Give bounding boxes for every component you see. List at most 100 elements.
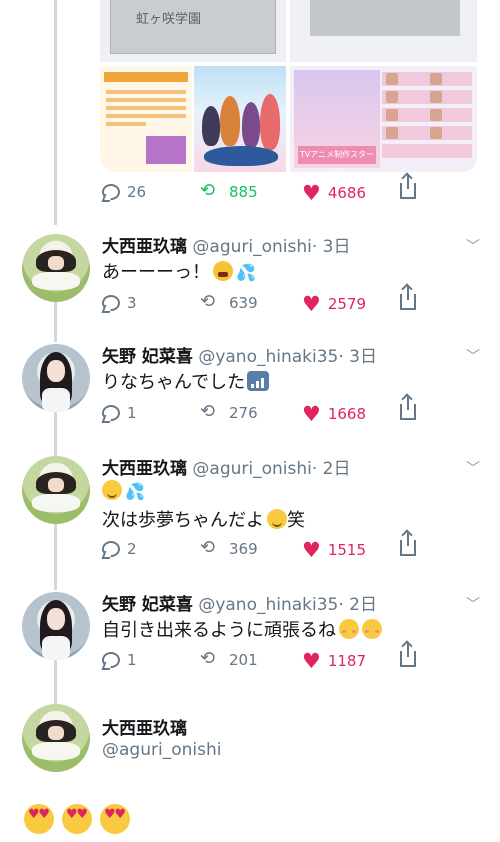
reply-icon <box>102 405 120 421</box>
retweet-button[interactable]: 369 <box>200 537 258 558</box>
handle[interactable]: @yano_hinaki35 <box>198 595 338 615</box>
antenna-bars-icon <box>247 371 270 391</box>
tweet-header: 矢野 妃菜喜 @yano_hinaki35· 3日 <box>102 342 377 367</box>
relieved-face-icon <box>267 509 287 529</box>
avatar[interactable] <box>22 592 90 660</box>
media-image-3[interactable] <box>100 66 192 172</box>
tweet-text-line-2: 次は歩夢ちゃんだよ笑 <box>102 509 305 531</box>
reply-icon <box>102 184 120 200</box>
heart-eyes-face-icon <box>62 804 92 834</box>
heart-icon: ♥ <box>302 181 321 205</box>
weary-face-icon <box>213 261 233 281</box>
share-button[interactable] <box>400 396 416 420</box>
share-icon <box>400 532 416 556</box>
like-button[interactable]: ♥ 4686 <box>302 181 366 205</box>
reply-icon <box>102 295 120 311</box>
chevron-down-icon[interactable]: ﹀ <box>466 594 480 614</box>
media-image-1[interactable]: 虹ヶ咲学園 <box>100 0 286 62</box>
retweet-icon <box>200 648 222 669</box>
heart-icon: ♥ <box>302 402 321 426</box>
share-button[interactable] <box>400 643 416 667</box>
timestamp[interactable]: · 3日 <box>338 347 377 367</box>
share-button[interactable] <box>400 175 416 199</box>
heart-eyes-face-icon <box>100 804 130 834</box>
retweet-button[interactable]: 201 <box>200 648 258 669</box>
reply-button[interactable]: 2 <box>102 540 137 558</box>
media-image-5[interactable]: TVアニメ制作スタート!! <box>290 66 477 172</box>
timestamp[interactable]: · 3日 <box>312 237 351 257</box>
handle[interactable]: @aguri_onishi <box>192 459 311 479</box>
blush-face-icon <box>362 619 382 639</box>
chevron-down-icon[interactable]: ﹀ <box>466 346 480 366</box>
thread-line <box>54 518 57 590</box>
share-icon <box>400 396 416 420</box>
share-icon <box>400 286 416 310</box>
display-name[interactable]: 矢野 妃菜喜 <box>102 347 193 367</box>
heart-eyes-face-icon <box>24 804 54 834</box>
timestamp[interactable]: · 2日 <box>338 595 377 615</box>
chevron-down-icon[interactable]: ﹀ <box>466 236 480 256</box>
share-button[interactable] <box>400 532 416 556</box>
tweet-text: りなちゃんでした <box>102 368 270 394</box>
tweet-actions: 1 276 ♥1668 <box>102 396 432 426</box>
avatar[interactable] <box>22 456 90 524</box>
tweet-actions: 26 885 ♥4686 <box>102 175 432 205</box>
heart-icon: ♥ <box>302 649 321 673</box>
display-name[interactable]: 大西亜玖璃 <box>102 237 187 257</box>
like-button[interactable]: ♥ 1187 <box>302 649 366 673</box>
avatar[interactable] <box>22 704 90 772</box>
reply-button[interactable]: 1 <box>102 404 137 422</box>
like-button[interactable]: ♥ 2579 <box>302 292 366 316</box>
chevron-down-icon[interactable]: ﹀ <box>466 458 480 478</box>
relieved-face-icon <box>102 480 122 500</box>
media-card-text: 虹ヶ咲学園 <box>136 12 202 27</box>
avatar[interactable] <box>22 344 90 412</box>
tweet-media-grid[interactable]: 虹ヶ咲学園 TVアニメ制作スタート!! <box>100 0 477 172</box>
tweet-header: 大西亜玖璃 <box>102 714 187 739</box>
retweet-icon <box>200 180 222 201</box>
like-button[interactable]: ♥ 1668 <box>302 402 366 426</box>
tweet-text-line-1: 💦 <box>102 480 145 502</box>
media-image-4[interactable] <box>194 66 286 172</box>
media-image-2[interactable] <box>290 0 477 62</box>
sweat-droplets-icon: 💦 <box>125 482 145 501</box>
share-button[interactable] <box>400 286 416 310</box>
retweet-icon <box>200 537 222 558</box>
heart-icon: ♥ <box>302 292 321 316</box>
tweet-header: 大西亜玖璃 @aguri_onishi· 3日 <box>102 232 350 257</box>
tweet-actions: 2 369 ♥1515 <box>102 532 432 562</box>
retweet-button[interactable]: 639 <box>200 291 258 312</box>
retweet-button[interactable]: 276 <box>200 401 258 422</box>
tweet-actions: 3 639 ♥2579 <box>102 286 432 316</box>
reply-button[interactable]: 3 <box>102 294 137 312</box>
avatar[interactable] <box>22 234 90 302</box>
media-band-text: TVアニメ制作スタート!! <box>298 146 376 172</box>
tweet-header: 大西亜玖璃 @aguri_onishi· 2日 <box>102 454 350 479</box>
retweet-icon <box>200 401 222 422</box>
sweat-droplets-icon: 💦 <box>236 263 256 282</box>
retweet-button[interactable]: 885 <box>200 180 258 201</box>
retweet-icon <box>200 291 222 312</box>
share-icon <box>400 643 416 667</box>
tweet-header: 矢野 妃菜喜 @yano_hinaki35· 2日 <box>102 590 377 615</box>
thread-line <box>54 0 57 225</box>
tweet-text: あーーーっ！ 💦 <box>102 261 256 283</box>
like-button[interactable]: ♥ 1515 <box>302 538 366 562</box>
reply-button[interactable]: 26 <box>102 183 146 201</box>
display-name[interactable]: 矢野 妃菜喜 <box>102 595 193 615</box>
share-icon <box>400 175 416 199</box>
handle[interactable]: @aguri_onishi <box>192 237 311 257</box>
timestamp[interactable]: · 2日 <box>312 459 351 479</box>
tweet-text <box>24 804 130 834</box>
reply-icon <box>102 652 120 668</box>
display-name[interactable]: 大西亜玖璃 <box>102 459 187 479</box>
reply-button[interactable]: 1 <box>102 651 137 669</box>
tweet-actions: 1 201 ♥1187 <box>102 643 432 673</box>
reply-icon <box>102 541 120 557</box>
heart-icon: ♥ <box>302 538 321 562</box>
handle[interactable]: @aguri_onishi <box>102 740 221 760</box>
handle[interactable]: @yano_hinaki35 <box>198 347 338 367</box>
blush-face-icon <box>339 619 359 639</box>
tweet-text: 自引き出来るように頑張るね <box>102 616 382 642</box>
display-name[interactable]: 大西亜玖璃 <box>102 719 187 739</box>
